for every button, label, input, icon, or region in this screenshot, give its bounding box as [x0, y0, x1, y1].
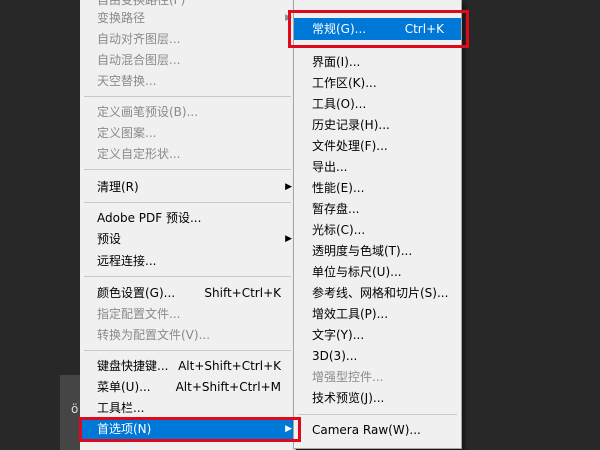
- background-glyph: ö: [71, 402, 79, 416]
- menu-item-label: 3D(3)...: [312, 349, 358, 363]
- menu-item-label: 界面(I)...: [312, 55, 361, 69]
- menu-item-keyboard-shortcuts[interactable]: 键盘快捷键... Alt+Shift+Ctrl+K: [80, 355, 295, 377]
- menu-item-color-settings[interactable]: 颜色设置(G)... Shift+Ctrl+K: [80, 282, 295, 304]
- menu-item-shortcut: Alt+Shift+Ctrl+K: [178, 359, 281, 373]
- submenu-item-3d[interactable]: 3D(3)...: [294, 345, 461, 367]
- submenu-arrow-icon: ▶: [285, 234, 292, 244]
- menu-item-label: 指定配置文件...: [97, 307, 181, 321]
- menu-separator: [298, 414, 457, 415]
- submenu-item-general[interactable]: 常规(G)... Ctrl+K: [294, 18, 461, 40]
- menu-item-presets[interactable]: 预设 ▶: [80, 228, 295, 250]
- submenu-item-history-log[interactable]: 历史记录(H)...: [294, 114, 461, 136]
- menu-item-label: 历史记录(H)...: [312, 118, 390, 132]
- menu-item-label: 工具栏...: [97, 401, 145, 415]
- menu-item-define-pattern[interactable]: 定义图案...: [80, 122, 295, 144]
- menu-item-label: 增强型控件...: [312, 370, 384, 384]
- submenu-item-guides-grid-slices[interactable]: 参考线、网格和切片(S)...: [294, 282, 461, 304]
- submenu-item-performance[interactable]: 性能(E)...: [294, 177, 461, 199]
- menu-item-label: 工具(O)...: [312, 97, 367, 111]
- menu-item-transform-path[interactable]: 变换路径 ▶: [80, 7, 295, 29]
- menu-item-label: 暂存盘...: [312, 202, 360, 216]
- submenu-item-export[interactable]: 导出...: [294, 156, 461, 178]
- menu-item-menus[interactable]: 菜单(U)... Alt+Shift+Ctrl+M: [80, 376, 295, 398]
- menu-item-label: 天空替换...: [97, 74, 157, 88]
- submenu-item-workspace[interactable]: 工作区(K)...: [294, 72, 461, 94]
- menu-item-label: 光标(C)...: [312, 223, 366, 237]
- menu-item-label: 颜色设置(G)...: [97, 286, 176, 300]
- menu-separator: [84, 202, 291, 203]
- submenu-item-tools[interactable]: 工具(O)...: [294, 93, 461, 115]
- menu-item-label: 转换为配置文件(V)...: [97, 328, 211, 342]
- menu-item-label: 增效工具(P)...: [312, 307, 389, 321]
- menu-item-label: 透明度与色域(T)...: [312, 244, 413, 258]
- menu-item-preferences[interactable]: 首选项(N) ▶: [80, 418, 295, 440]
- menu-item-auto-align-layers[interactable]: 自动对齐图层...: [80, 28, 295, 50]
- menu-separator: [298, 47, 457, 48]
- menu-item-label: 首选项(N): [97, 422, 152, 436]
- menu-item-label: 自动混合图层...: [97, 53, 181, 67]
- menu-separator: [84, 96, 291, 97]
- menu-item-shortcut: Shift+Ctrl+K: [204, 286, 281, 300]
- menu-item-label: 自动对齐图层...: [97, 32, 181, 46]
- menu-item-adobe-pdf-presets[interactable]: Adobe PDF 预设...: [80, 207, 295, 229]
- submenu-item-enhanced-controls[interactable]: 增强型控件...: [294, 366, 461, 388]
- submenu-arrow-icon: ▶: [285, 13, 292, 23]
- menu-item-assign-profile[interactable]: 指定配置文件...: [80, 303, 295, 325]
- submenu-arrow-icon: ▶: [285, 182, 292, 192]
- submenu-item-transparency-gamut[interactable]: 透明度与色域(T)...: [294, 240, 461, 262]
- menu-item-label: 单位与标尺(U)...: [312, 265, 402, 279]
- submenu-item-cursors[interactable]: 光标(C)...: [294, 219, 461, 241]
- menu-item-label: 清理(R): [97, 180, 139, 194]
- submenu-item-type[interactable]: 文字(Y)...: [294, 324, 461, 346]
- menu-item-define-custom-shape[interactable]: 定义自定形状...: [80, 143, 295, 165]
- menu-item-remote-connections[interactable]: 远程连接...: [80, 250, 295, 272]
- menu-item-convert-to-profile[interactable]: 转换为配置文件(V)...: [80, 324, 295, 346]
- menu-item-label: Adobe PDF 预设...: [97, 211, 202, 225]
- menu-item-label: 菜单(U)...: [97, 380, 151, 394]
- menu-item-label: 定义画笔预设(B)...: [97, 105, 199, 119]
- menu-item-purge[interactable]: 清理(R) ▶: [80, 176, 295, 198]
- menu-item-label: 文字(Y)...: [312, 328, 365, 342]
- menu-item-label: 常规(G)...: [312, 22, 367, 36]
- menu-item-sky-replacement[interactable]: 天空替换...: [80, 70, 295, 92]
- menu-separator: [84, 350, 291, 351]
- menu-item-label: Camera Raw(W)...: [312, 423, 421, 437]
- submenu-item-interface[interactable]: 界面(I)...: [294, 51, 461, 73]
- menu-item-label: 文件处理(F)...: [312, 139, 388, 153]
- edit-menu: 自由变换路径(F) 变换路径 ▶ 自动对齐图层... 自动混合图层... 天空替换…: [80, 0, 296, 450]
- menu-item-shortcut: Alt+Shift+Ctrl+M: [175, 380, 281, 394]
- preferences-submenu: 常规(G)... Ctrl+K 界面(I)... 工作区(K)... 工具(O).…: [293, 0, 462, 449]
- menu-separator: [84, 169, 291, 170]
- menu-item-label: 工作区(K)...: [312, 76, 377, 90]
- menu-item-define-brush-preset[interactable]: 定义画笔预设(B)...: [80, 101, 295, 123]
- menu-item-toolbar[interactable]: 工具栏...: [80, 397, 295, 419]
- menu-item-label: 预设: [97, 232, 122, 246]
- submenu-item-technology-previews[interactable]: 技术预览(J)...: [294, 387, 461, 409]
- menu-item-auto-blend-layers[interactable]: 自动混合图层...: [80, 49, 295, 71]
- menu-separator: [84, 276, 291, 277]
- menu-item-label: 变换路径: [97, 11, 146, 25]
- menu-item-label: 参考线、网格和切片(S)...: [312, 286, 449, 300]
- submenu-item-camera-raw[interactable]: Camera Raw(W)...: [294, 419, 461, 441]
- menu-item-label: 定义图案...: [97, 126, 157, 140]
- submenu-item-scratch-disks[interactable]: 暂存盘...: [294, 198, 461, 220]
- submenu-item-file-handling[interactable]: 文件处理(F)...: [294, 135, 461, 157]
- submenu-item-plugins[interactable]: 增效工具(P)...: [294, 303, 461, 325]
- menu-item-label: 键盘快捷键...: [97, 359, 169, 373]
- menu-item-label: 远程连接...: [97, 254, 157, 268]
- menu-item-label: 定义自定形状...: [97, 147, 181, 161]
- submenu-item-units-rulers[interactable]: 单位与标尺(U)...: [294, 261, 461, 283]
- submenu-arrow-icon: ▶: [285, 424, 292, 434]
- menu-item-shortcut: Ctrl+K: [404, 22, 444, 36]
- menu-item-label: 技术预览(J)...: [312, 391, 385, 405]
- menu-item-label: 导出...: [312, 160, 348, 174]
- menu-item-label: 性能(E)...: [312, 181, 365, 195]
